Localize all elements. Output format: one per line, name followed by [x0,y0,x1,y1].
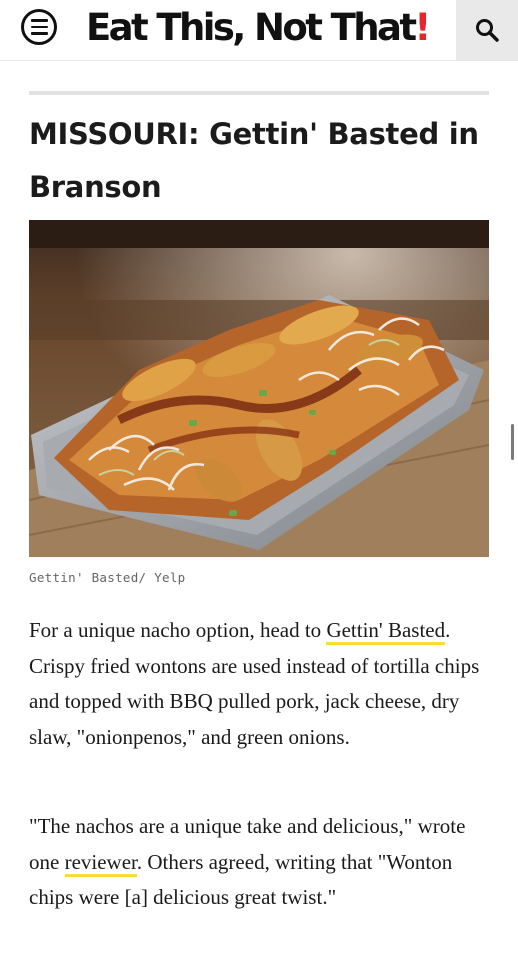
reviewer-link[interactable]: reviewer [64,849,137,877]
section-divider [29,91,489,95]
paragraph-1-text-start: For a unique nacho option, head to [29,618,327,642]
article-paragraph-2: "The nachos are a unique take and delici… [29,809,491,916]
image-caption: Gettin' Basted/ Yelp [29,570,186,585]
article-headline: MISSOURI: Gettin' Basted in Branson [29,117,479,204]
site-logo[interactable]: Eat This, Not That! [86,4,431,52]
article-paragraph-1: For a unique nacho option, head to Getti… [29,613,491,755]
search-button[interactable] [456,0,518,60]
logo-exclamation: ! [414,6,432,49]
gettin-basted-link[interactable]: Gettin' Basted [326,618,446,645]
site-header: Eat This, Not That! [0,0,518,61]
search-icon [476,19,499,42]
logo-text: Eat This, Not That [86,6,417,49]
nachos-photo [29,220,489,557]
hamburger-menu-icon[interactable] [21,9,57,45]
scrollbar[interactable] [511,424,514,460]
